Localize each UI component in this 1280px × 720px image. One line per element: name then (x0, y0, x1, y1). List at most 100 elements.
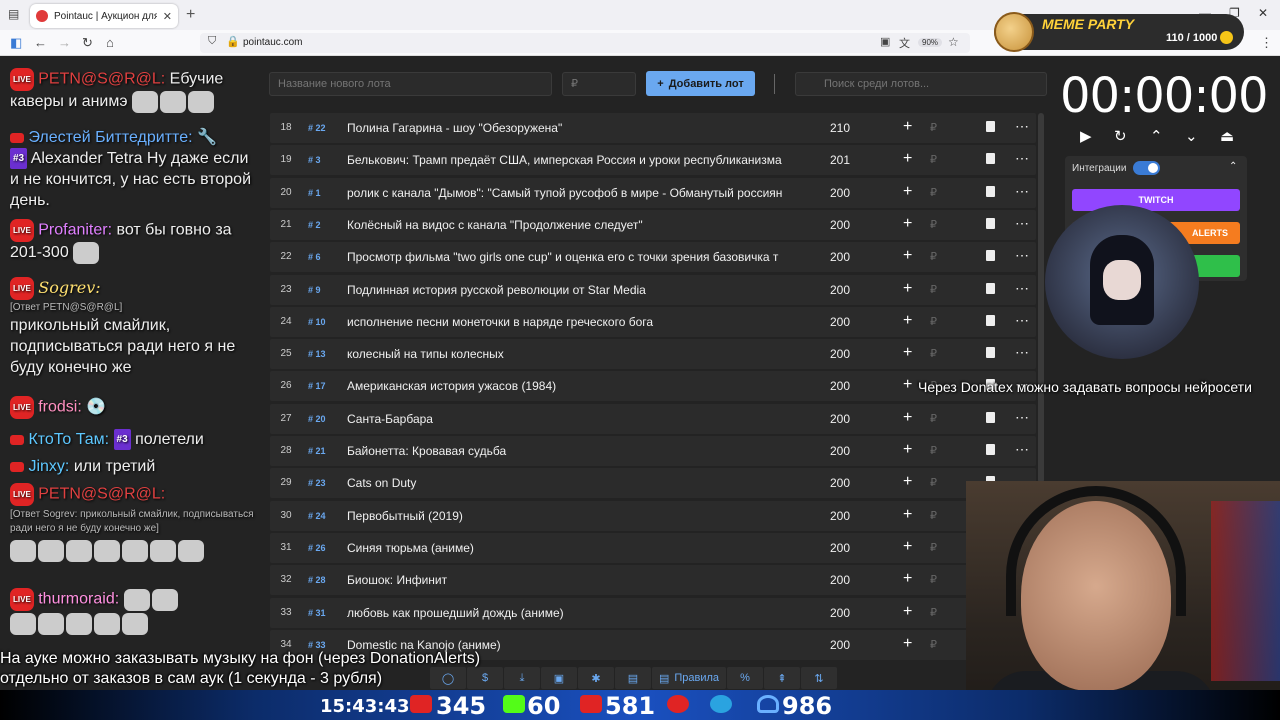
add-amount-icon[interactable]: + (903, 409, 912, 427)
ruble-icon[interactable]: ₽ (930, 444, 937, 457)
browser-tab[interactable]: Pointauc | Аукцион для стримеров ✕ (30, 4, 178, 28)
add-amount-icon[interactable]: + (903, 376, 912, 394)
bug-icon[interactable]: ✱ (578, 667, 614, 689)
ruble-icon[interactable]: ₽ (930, 315, 937, 328)
add-amount-icon[interactable]: + (903, 150, 912, 168)
save-icon[interactable]: ▣ (541, 667, 577, 689)
chevron-up-icon[interactable]: ⌃ (1150, 127, 1163, 145)
ruble-icon[interactable]: ₽ (930, 283, 937, 296)
percent-icon[interactable]: % (727, 667, 763, 689)
lot-name[interactable]: Cats on Duty (347, 476, 810, 490)
more-options-icon[interactable]: ⋯ (1015, 118, 1029, 135)
lot-amount[interactable]: 200 (830, 476, 850, 490)
add-amount-icon[interactable]: + (903, 312, 912, 330)
split-icon[interactable]: ⇞ (764, 667, 800, 689)
lot-amount[interactable]: 200 (830, 283, 850, 297)
reload-icon[interactable]: ↻ (82, 35, 93, 51)
add-amount-icon[interactable]: + (903, 473, 912, 491)
lock-icon[interactable]: 🔒 (226, 35, 240, 48)
lot-amount[interactable]: 210 (830, 121, 850, 135)
lot-amount[interactable]: 200 (830, 541, 850, 555)
ruble-icon[interactable]: ₽ (930, 606, 937, 619)
lot-name[interactable]: ролик с канала "Дымов": "Самый тупой рус… (347, 186, 810, 200)
home-icon[interactable]: ⌂ (106, 35, 114, 50)
lot-amount-input[interactable] (562, 72, 636, 96)
trash-icon[interactable] (986, 250, 995, 262)
add-amount-icon[interactable]: + (903, 635, 912, 653)
lot-amount[interactable]: 200 (830, 379, 850, 393)
lot-name[interactable]: Просмотр фильма "two girls one cup" и оц… (347, 250, 810, 264)
add-amount-icon[interactable]: + (903, 183, 912, 201)
ruble-icon[interactable]: ₽ (930, 476, 937, 489)
lot-name[interactable]: Полина Гагарина - шоу "Обезоружена" (347, 121, 810, 135)
menu-icon[interactable]: ⋮ (1260, 35, 1273, 51)
add-amount-icon[interactable]: + (903, 441, 912, 459)
ruble-icon[interactable]: ₽ (930, 153, 937, 166)
lot-row[interactable]: 19 # 3 Белькович: Трамп предаёт США, импер… (270, 145, 1036, 176)
lot-row[interactable]: 31# 26Синяя тюрьма (аниме)200+₽⋯ (270, 532, 1036, 563)
trash-icon[interactable] (986, 217, 995, 229)
more-options-icon[interactable]: ⋯ (1015, 215, 1029, 232)
more-options-icon[interactable]: ⋯ (1015, 344, 1029, 361)
add-amount-icon[interactable]: + (903, 538, 912, 556)
ruble-icon[interactable]: ₽ (930, 186, 937, 199)
lot-name[interactable]: исполнение песни монеточки в наряде греч… (347, 315, 810, 329)
collapse-icon[interactable]: ⌃ (1229, 161, 1237, 172)
lot-row[interactable]: 29# 23Cats on Duty200+₽⋯ (270, 468, 1036, 499)
sidebar-icon[interactable]: ◧ (10, 35, 22, 51)
trash-icon[interactable] (986, 282, 995, 294)
add-lot-button[interactable]: + Добавить лот (646, 71, 755, 96)
trash-icon[interactable] (986, 347, 995, 359)
ruble-icon[interactable]: ₽ (930, 218, 937, 231)
add-amount-icon[interactable]: + (903, 506, 912, 524)
lot-name[interactable]: Синяя тюрьма (аниме) (347, 541, 810, 555)
lot-row[interactable]: 21 # 2 Колёсный на видос с канала "Продолж… (270, 209, 1036, 240)
lot-name[interactable]: Белькович: Трамп предаёт США, имперская … (347, 153, 810, 167)
sort-icon[interactable]: ⇅ (801, 667, 837, 689)
lot-amount[interactable]: 200 (830, 315, 850, 329)
lot-name[interactable]: Подлинная история русской революции от S… (347, 283, 810, 297)
close-tab-icon[interactable]: ✕ (163, 10, 172, 23)
ruble-icon[interactable]: ₽ (930, 412, 937, 425)
lot-name[interactable]: Колёсный на видос с канала "Продолжение … (347, 218, 810, 232)
translate-icon[interactable]: 文 (899, 35, 910, 51)
ruble-icon[interactable]: ₽ (930, 250, 937, 263)
lot-amount[interactable]: 200 (830, 638, 850, 652)
more-options-icon[interactable]: ⋯ (1015, 150, 1029, 167)
ruble-icon[interactable]: ₽ (930, 573, 937, 586)
more-options-icon[interactable]: ⋯ (1015, 247, 1029, 264)
download-icon[interactable]: ⤓ (504, 667, 540, 689)
more-options-icon[interactable]: ⋯ (1015, 409, 1029, 426)
more-options-icon[interactable]: ⋯ (1015, 441, 1029, 458)
lot-row[interactable]: 22 # 6 Просмотр фильма "two girls one cup"… (270, 242, 1036, 273)
back-icon[interactable]: ← (34, 35, 47, 50)
lot-search-input[interactable] (795, 72, 1047, 96)
forward-icon[interactable]: → (58, 35, 71, 50)
eject-icon[interactable]: ⏏ (1220, 127, 1234, 145)
lot-row[interactable]: 20 # 1 ролик с канала "Дымов": "Самый тупо… (270, 177, 1036, 208)
close-window-icon[interactable]: ✕ (1258, 6, 1268, 20)
lot-row[interactable]: 30# 24Первобытный (2019)200+₽⋯ (270, 500, 1036, 531)
lot-amount[interactable]: 200 (830, 250, 850, 264)
lot-row[interactable]: 33 # 31 любовь как прошедший дождь (аниме)… (270, 597, 1036, 628)
lot-amount[interactable]: 200 (830, 573, 850, 587)
play-icon[interactable]: ▶ (1080, 127, 1092, 145)
new-tab-icon[interactable]: + (186, 6, 195, 24)
lot-row[interactable]: 25 # 13 колесный на типы колесных 200 + ₽ ⋯ (270, 339, 1036, 370)
clear-icon[interactable]: ▤ (615, 667, 651, 689)
lot-name-input[interactable] (269, 72, 552, 96)
lot-amount[interactable]: 200 (830, 347, 850, 361)
lot-name[interactable]: Первобытный (2019) (347, 509, 810, 523)
lot-name[interactable]: любовь как прошедший дождь (аниме) (347, 606, 810, 620)
lot-amount[interactable]: 200 (830, 444, 850, 458)
tab-list-icon[interactable]: ▤ (8, 7, 19, 21)
add-amount-icon[interactable]: + (903, 570, 912, 588)
more-options-icon[interactable]: ⋯ (1015, 183, 1029, 200)
trash-icon[interactable] (986, 444, 995, 455)
trash-icon[interactable] (986, 411, 995, 423)
lot-name[interactable]: Байонетта: Кровавая судьба (347, 444, 810, 458)
zoom-level[interactable]: 90% (918, 38, 943, 47)
ruble-icon[interactable]: ₽ (930, 509, 937, 522)
trash-icon[interactable] (986, 121, 995, 132)
add-amount-icon[interactable]: + (903, 344, 912, 362)
